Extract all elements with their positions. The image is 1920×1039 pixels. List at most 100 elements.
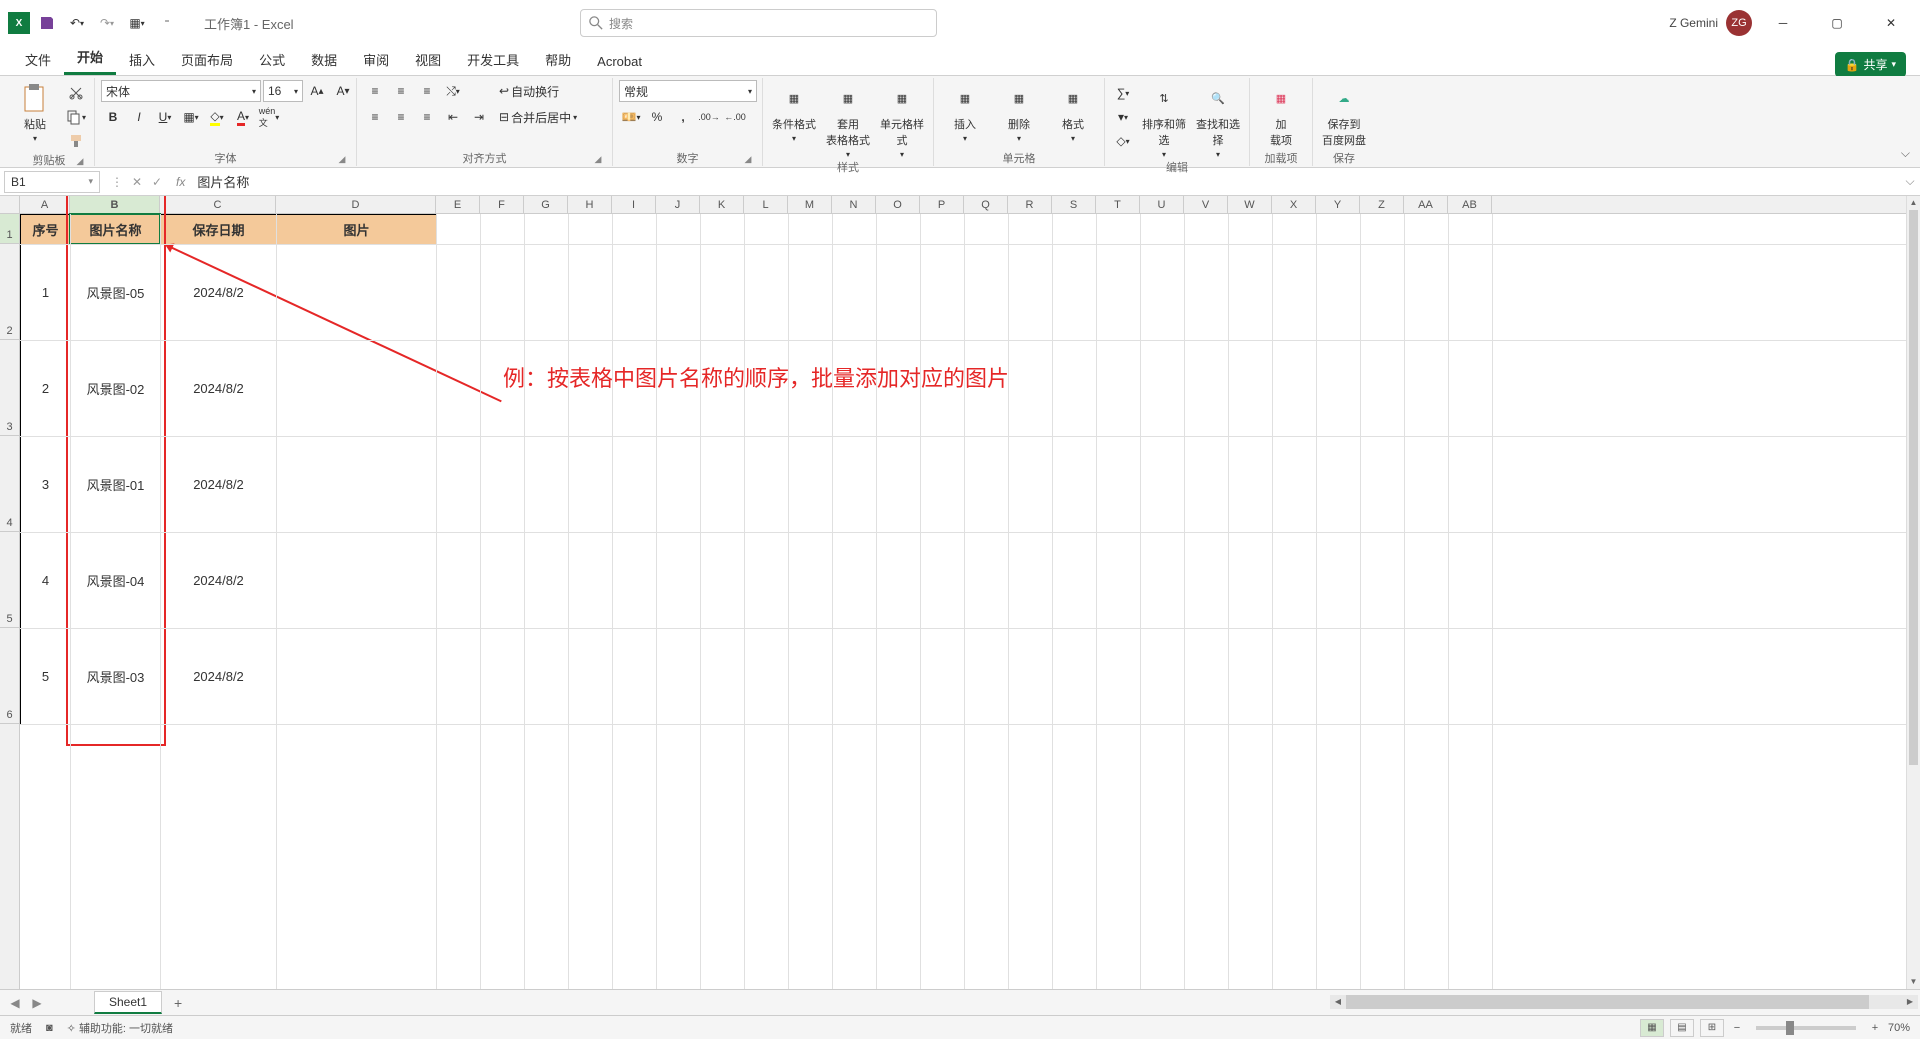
zoom-slider-handle[interactable] <box>1786 1021 1794 1035</box>
tab-help[interactable]: 帮助 <box>532 44 584 75</box>
align-top-button[interactable]: ≡ <box>363 80 387 102</box>
view-pagelayout-button[interactable]: ▤ <box>1670 1019 1694 1037</box>
font-color-button[interactable]: A▾ <box>231 106 255 128</box>
align-left-button[interactable]: ≡ <box>363 106 387 128</box>
qat-more-button[interactable]: ⁼ <box>154 10 180 36</box>
close-button[interactable]: ✕ <box>1868 5 1914 41</box>
row-header-2[interactable]: 2 <box>0 244 19 340</box>
column-header-A[interactable]: A <box>20 196 70 213</box>
column-header-W[interactable]: W <box>1228 196 1272 213</box>
cell-styles-button[interactable]: ▦单元格样式▾ <box>877 80 927 159</box>
status-accessibility[interactable]: ✧ 辅助功能: 一切就绪 <box>67 1020 173 1036</box>
redo-button[interactable]: ↷▾ <box>94 10 120 36</box>
delete-cells-button[interactable]: ▦删除▾ <box>994 80 1044 143</box>
scroll-left-button[interactable]: ◀ <box>1330 995 1346 1009</box>
column-header-X[interactable]: X <box>1272 196 1316 213</box>
column-header-K[interactable]: K <box>700 196 744 213</box>
format-painter-button[interactable] <box>64 130 88 152</box>
scroll-down-button[interactable]: ▼ <box>1907 975 1920 989</box>
orientation-button[interactable]: ⤭▾ <box>441 80 465 102</box>
column-header-P[interactable]: P <box>920 196 964 213</box>
column-header-AA[interactable]: AA <box>1404 196 1448 213</box>
header-name[interactable]: 图片名称 <box>71 215 161 245</box>
column-header-F[interactable]: F <box>480 196 524 213</box>
font-launcher[interactable]: ◢ <box>336 154 348 166</box>
align-center-button[interactable]: ≡ <box>389 106 413 128</box>
border-button[interactable]: ▦▾ <box>179 106 203 128</box>
underline-button[interactable]: U▾ <box>153 106 177 128</box>
number-launcher[interactable]: ◢ <box>742 154 754 166</box>
cells-area[interactable]: 序号 图片名称 保存日期 图片 1风景图-052024/8/2 2风景图-022… <box>20 214 1920 989</box>
column-header-J[interactable]: J <box>656 196 700 213</box>
column-header-N[interactable]: N <box>832 196 876 213</box>
column-header-G[interactable]: G <box>524 196 568 213</box>
row-header-3[interactable]: 3 <box>0 340 19 436</box>
row-header-4[interactable]: 4 <box>0 436 19 532</box>
decrease-decimal-button[interactable]: ←.00 <box>723 106 747 128</box>
wrap-text-button[interactable]: ↩ 自动换行 <box>495 80 581 102</box>
sheet-nav-prev[interactable]: ◀ <box>6 996 24 1010</box>
maximize-button[interactable]: ▢ <box>1814 5 1860 41</box>
format-cells-button[interactable]: ▦格式▾ <box>1048 80 1098 143</box>
search-box[interactable]: 搜索 <box>580 9 937 37</box>
paste-button[interactable]: 粘贴▾ <box>10 80 60 143</box>
find-select-button[interactable]: 🔍查找和选择▾ <box>1193 80 1243 159</box>
alignment-launcher[interactable]: ◢ <box>592 154 604 166</box>
increase-indent-button[interactable]: ⇥ <box>467 106 491 128</box>
ribbon-collapse-button[interactable]: ⌵ <box>1901 146 1910 161</box>
addins-button[interactable]: ▦加 载项 <box>1256 80 1306 148</box>
formula-input[interactable]: 图片名称 <box>191 172 1900 191</box>
column-header-D[interactable]: D <box>276 196 436 213</box>
percent-button[interactable]: % <box>645 106 669 128</box>
undo-button[interactable]: ↶▾ <box>64 10 90 36</box>
tab-pagelayout[interactable]: 页面布局 <box>168 44 246 75</box>
row-header-1[interactable]: 1 <box>0 214 19 244</box>
tab-devtools[interactable]: 开发工具 <box>454 44 532 75</box>
cancel-entry-button[interactable]: ✕ <box>128 175 146 189</box>
minimize-button[interactable]: ─ <box>1760 5 1806 41</box>
row-header-5[interactable]: 5 <box>0 532 19 628</box>
fx-icon[interactable]: fx <box>170 175 191 189</box>
bold-button[interactable]: B <box>101 106 125 128</box>
align-middle-button[interactable]: ≡ <box>389 80 413 102</box>
align-bottom-button[interactable]: ≡ <box>415 80 439 102</box>
autosum-button[interactable]: ∑▾ <box>1111 82 1135 104</box>
cut-button[interactable] <box>64 82 88 104</box>
conditional-format-button[interactable]: ▦条件格式▾ <box>769 80 819 143</box>
clipboard-launcher[interactable]: ◢ <box>74 156 86 168</box>
column-header-B[interactable]: B <box>70 196 160 213</box>
column-header-L[interactable]: L <box>744 196 788 213</box>
vscroll-thumb[interactable] <box>1909 210 1918 765</box>
vertical-scrollbar[interactable]: ▲ ▼ <box>1906 196 1920 989</box>
column-header-H[interactable]: H <box>568 196 612 213</box>
confirm-entry-button[interactable]: ✓ <box>148 175 166 189</box>
column-header-Y[interactable]: Y <box>1316 196 1360 213</box>
zoom-in-button[interactable]: + <box>1868 1022 1882 1034</box>
add-sheet-button[interactable]: + <box>166 995 190 1011</box>
increase-font-button[interactable]: A▴ <box>305 80 329 102</box>
fill-color-button[interactable]: ◇▾ <box>205 106 229 128</box>
tab-file[interactable]: 文件 <box>12 44 64 75</box>
column-header-Q[interactable]: Q <box>964 196 1008 213</box>
sheet-tab-1[interactable]: Sheet1 <box>94 991 162 1014</box>
insert-cells-button[interactable]: ▦插入▾ <box>940 80 990 143</box>
save-baidu-button[interactable]: ☁保存到 百度网盘 <box>1319 80 1369 148</box>
sort-filter-button[interactable]: ⇅排序和筛选▾ <box>1139 80 1189 159</box>
header-seq[interactable]: 序号 <box>21 215 71 245</box>
column-header-O[interactable]: O <box>876 196 920 213</box>
zoom-level[interactable]: 70% <box>1888 1022 1910 1034</box>
italic-button[interactable]: I <box>127 106 151 128</box>
merge-center-button[interactable]: ⊟ 合并后居中 ▾ <box>495 106 581 128</box>
font-name-combo[interactable]: 宋体▾ <box>101 80 261 102</box>
formula-bar-expand[interactable]: ⌵ <box>1900 174 1920 189</box>
view-pagebreak-button[interactable]: ⊞ <box>1700 1019 1724 1037</box>
column-header-T[interactable]: T <box>1096 196 1140 213</box>
tab-data[interactable]: 数据 <box>298 44 350 75</box>
hscroll-thumb[interactable] <box>1346 995 1869 1009</box>
tab-view[interactable]: 视图 <box>402 44 454 75</box>
column-header-E[interactable]: E <box>436 196 480 213</box>
accounting-format-button[interactable]: 💴▾ <box>619 106 643 128</box>
sheet-nav-next[interactable]: ▶ <box>28 996 46 1010</box>
tab-review[interactable]: 审阅 <box>350 44 402 75</box>
user-avatar[interactable]: ZG <box>1726 10 1752 36</box>
